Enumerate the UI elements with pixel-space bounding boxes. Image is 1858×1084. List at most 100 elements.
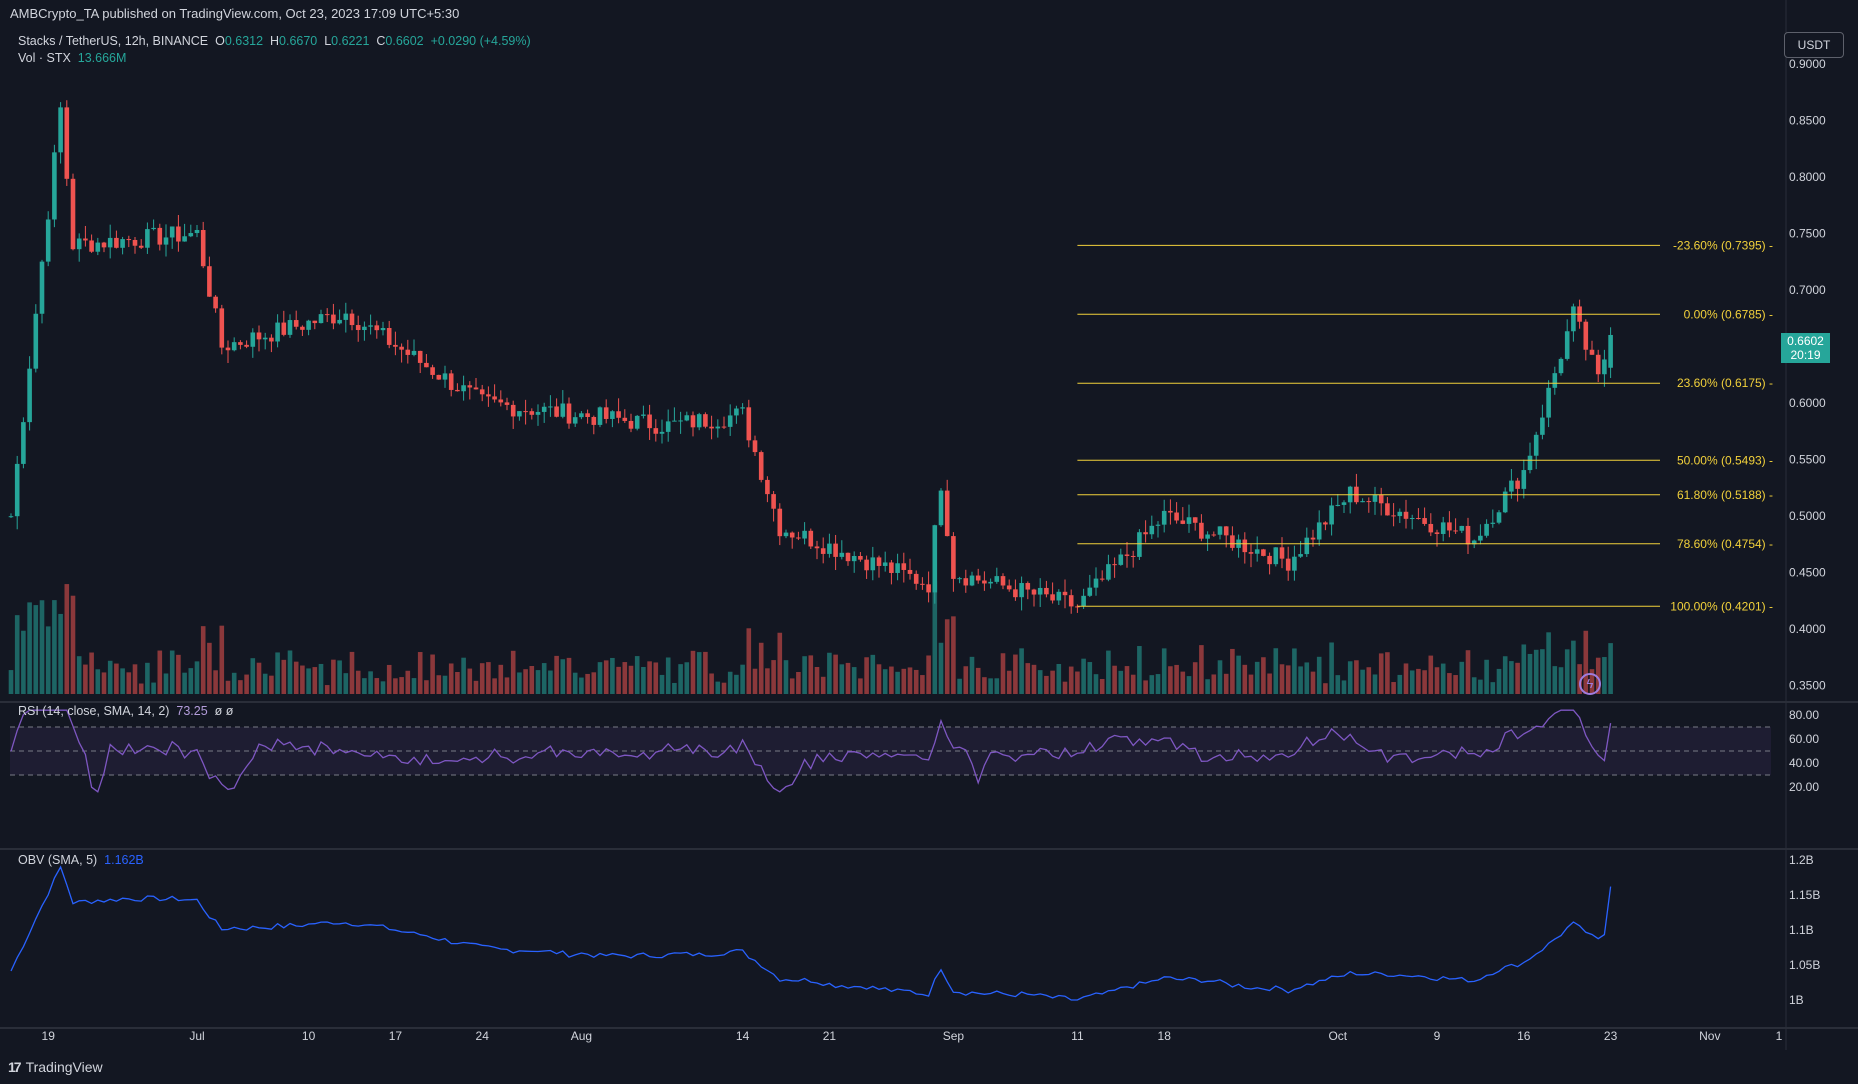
volume-bar: [33, 605, 39, 694]
volume-bar: [374, 678, 380, 694]
candle-body: [194, 230, 200, 234]
volume-bar: [1130, 674, 1136, 694]
candle-body: [1310, 537, 1316, 540]
candle-body: [603, 407, 609, 419]
volume-bar: [1056, 663, 1062, 694]
volume-bar: [424, 680, 429, 694]
last-price-value: 0.6602: [1787, 334, 1824, 348]
volume-bar: [126, 672, 132, 694]
volume-bar: [839, 664, 845, 694]
volume-bar: [393, 678, 398, 694]
last-price-badge: 0.6602 20:19: [1781, 333, 1830, 363]
volume-bar: [473, 680, 479, 694]
volume-bar: [696, 652, 702, 694]
x-tick-label: 16: [1517, 1029, 1531, 1043]
volume-bar: [1192, 662, 1198, 694]
candle-body: [851, 555, 857, 562]
volume-bar: [138, 683, 144, 694]
volume-bar: [715, 681, 721, 694]
volume-bar: [281, 659, 287, 694]
volume-bar: [1329, 642, 1334, 694]
candle-body: [318, 314, 324, 324]
volume-bar: [535, 670, 541, 694]
candle-body: [901, 563, 907, 570]
volume-bar: [665, 657, 671, 694]
volume-bar: [504, 677, 510, 694]
candle-body: [300, 326, 305, 330]
volume-bar: [938, 642, 944, 694]
candle-body: [566, 403, 572, 424]
candle-body: [14, 463, 20, 517]
volume-bar: [920, 675, 925, 694]
candle-body: [1199, 522, 1204, 539]
volume-bar: [1068, 666, 1074, 694]
volume-bar: [777, 632, 783, 694]
volume-bar: [1558, 667, 1564, 694]
candle-body: [560, 403, 566, 417]
volume-bar: [411, 678, 417, 694]
volume-bar: [250, 658, 256, 694]
volume-bar: [709, 673, 714, 694]
volume-bar: [1081, 658, 1086, 694]
volume-bar: [1050, 670, 1055, 694]
volume-bar: [355, 670, 361, 694]
candle-body: [1378, 494, 1384, 504]
candle-body: [1416, 517, 1421, 519]
volume-bar: [380, 681, 386, 694]
price-tick-label: 0.4500: [1789, 566, 1826, 580]
volume-bar: [1484, 659, 1489, 694]
lightning-icon[interactable]: ϟ: [1579, 673, 1601, 695]
candle-body: [820, 548, 826, 554]
candle-body: [331, 314, 336, 324]
candle-body: [1602, 359, 1607, 375]
volume-bar: [269, 675, 274, 694]
candle-body: [442, 373, 448, 380]
candle-body: [120, 239, 125, 248]
volume-bar: [213, 670, 218, 694]
obv-label: OBV (SMA, 5): [18, 853, 98, 867]
price-tick-label: 0.5000: [1789, 509, 1826, 523]
candle-body: [1366, 501, 1372, 503]
volume-bar: [1149, 675, 1155, 694]
volume-bar: [1509, 661, 1514, 694]
volume-bar: [120, 668, 125, 694]
chart-frame: 19 Jul 10 17 24 Aug 14 21 Sep 11 18 Oct 9 16 23 Nov 1 0.9…: [0, 0, 1858, 1084]
candle-body: [1044, 587, 1049, 595]
candle-body: [535, 411, 541, 415]
volume-bar: [634, 656, 640, 694]
candle-body: [200, 230, 206, 267]
candle-body: [1118, 554, 1124, 565]
volume-bar: [1261, 657, 1266, 694]
price-tick-label: 0.7500: [1789, 227, 1826, 241]
volume-bar: [318, 663, 324, 694]
volume-bar: [1205, 679, 1210, 694]
volume-bar: [603, 660, 609, 694]
volume-bar: [994, 678, 1000, 694]
volume-bar: [1316, 656, 1322, 694]
currency-button[interactable]: USDT: [1784, 32, 1844, 58]
volume-bar: [1304, 662, 1310, 694]
volume-bar: [1248, 674, 1254, 694]
rsi-value: 73.25: [176, 704, 208, 718]
volume-bar: [690, 650, 696, 694]
price-tick-label: 0.8000: [1789, 170, 1826, 184]
candle-body: [1248, 552, 1254, 554]
obv-line: [10, 865, 1612, 1001]
volume-bar: [746, 628, 752, 694]
candle-body: [1019, 583, 1024, 598]
candle-body: [510, 404, 516, 417]
candle-body: [504, 402, 510, 405]
volume-bar: [1409, 670, 1415, 694]
volume-bar: [566, 657, 572, 694]
volume-bar: [951, 616, 956, 694]
candle-body: [293, 320, 299, 327]
candle-body: [1174, 512, 1179, 521]
candle-body: [1285, 558, 1291, 571]
candle-body: [895, 563, 900, 573]
candle-body: [1161, 510, 1167, 525]
volume-bar: [1323, 683, 1328, 694]
candle-body: [231, 342, 237, 351]
volume-bar: [430, 654, 435, 694]
volume-bar: [225, 680, 231, 694]
volume-bar: [107, 660, 113, 694]
